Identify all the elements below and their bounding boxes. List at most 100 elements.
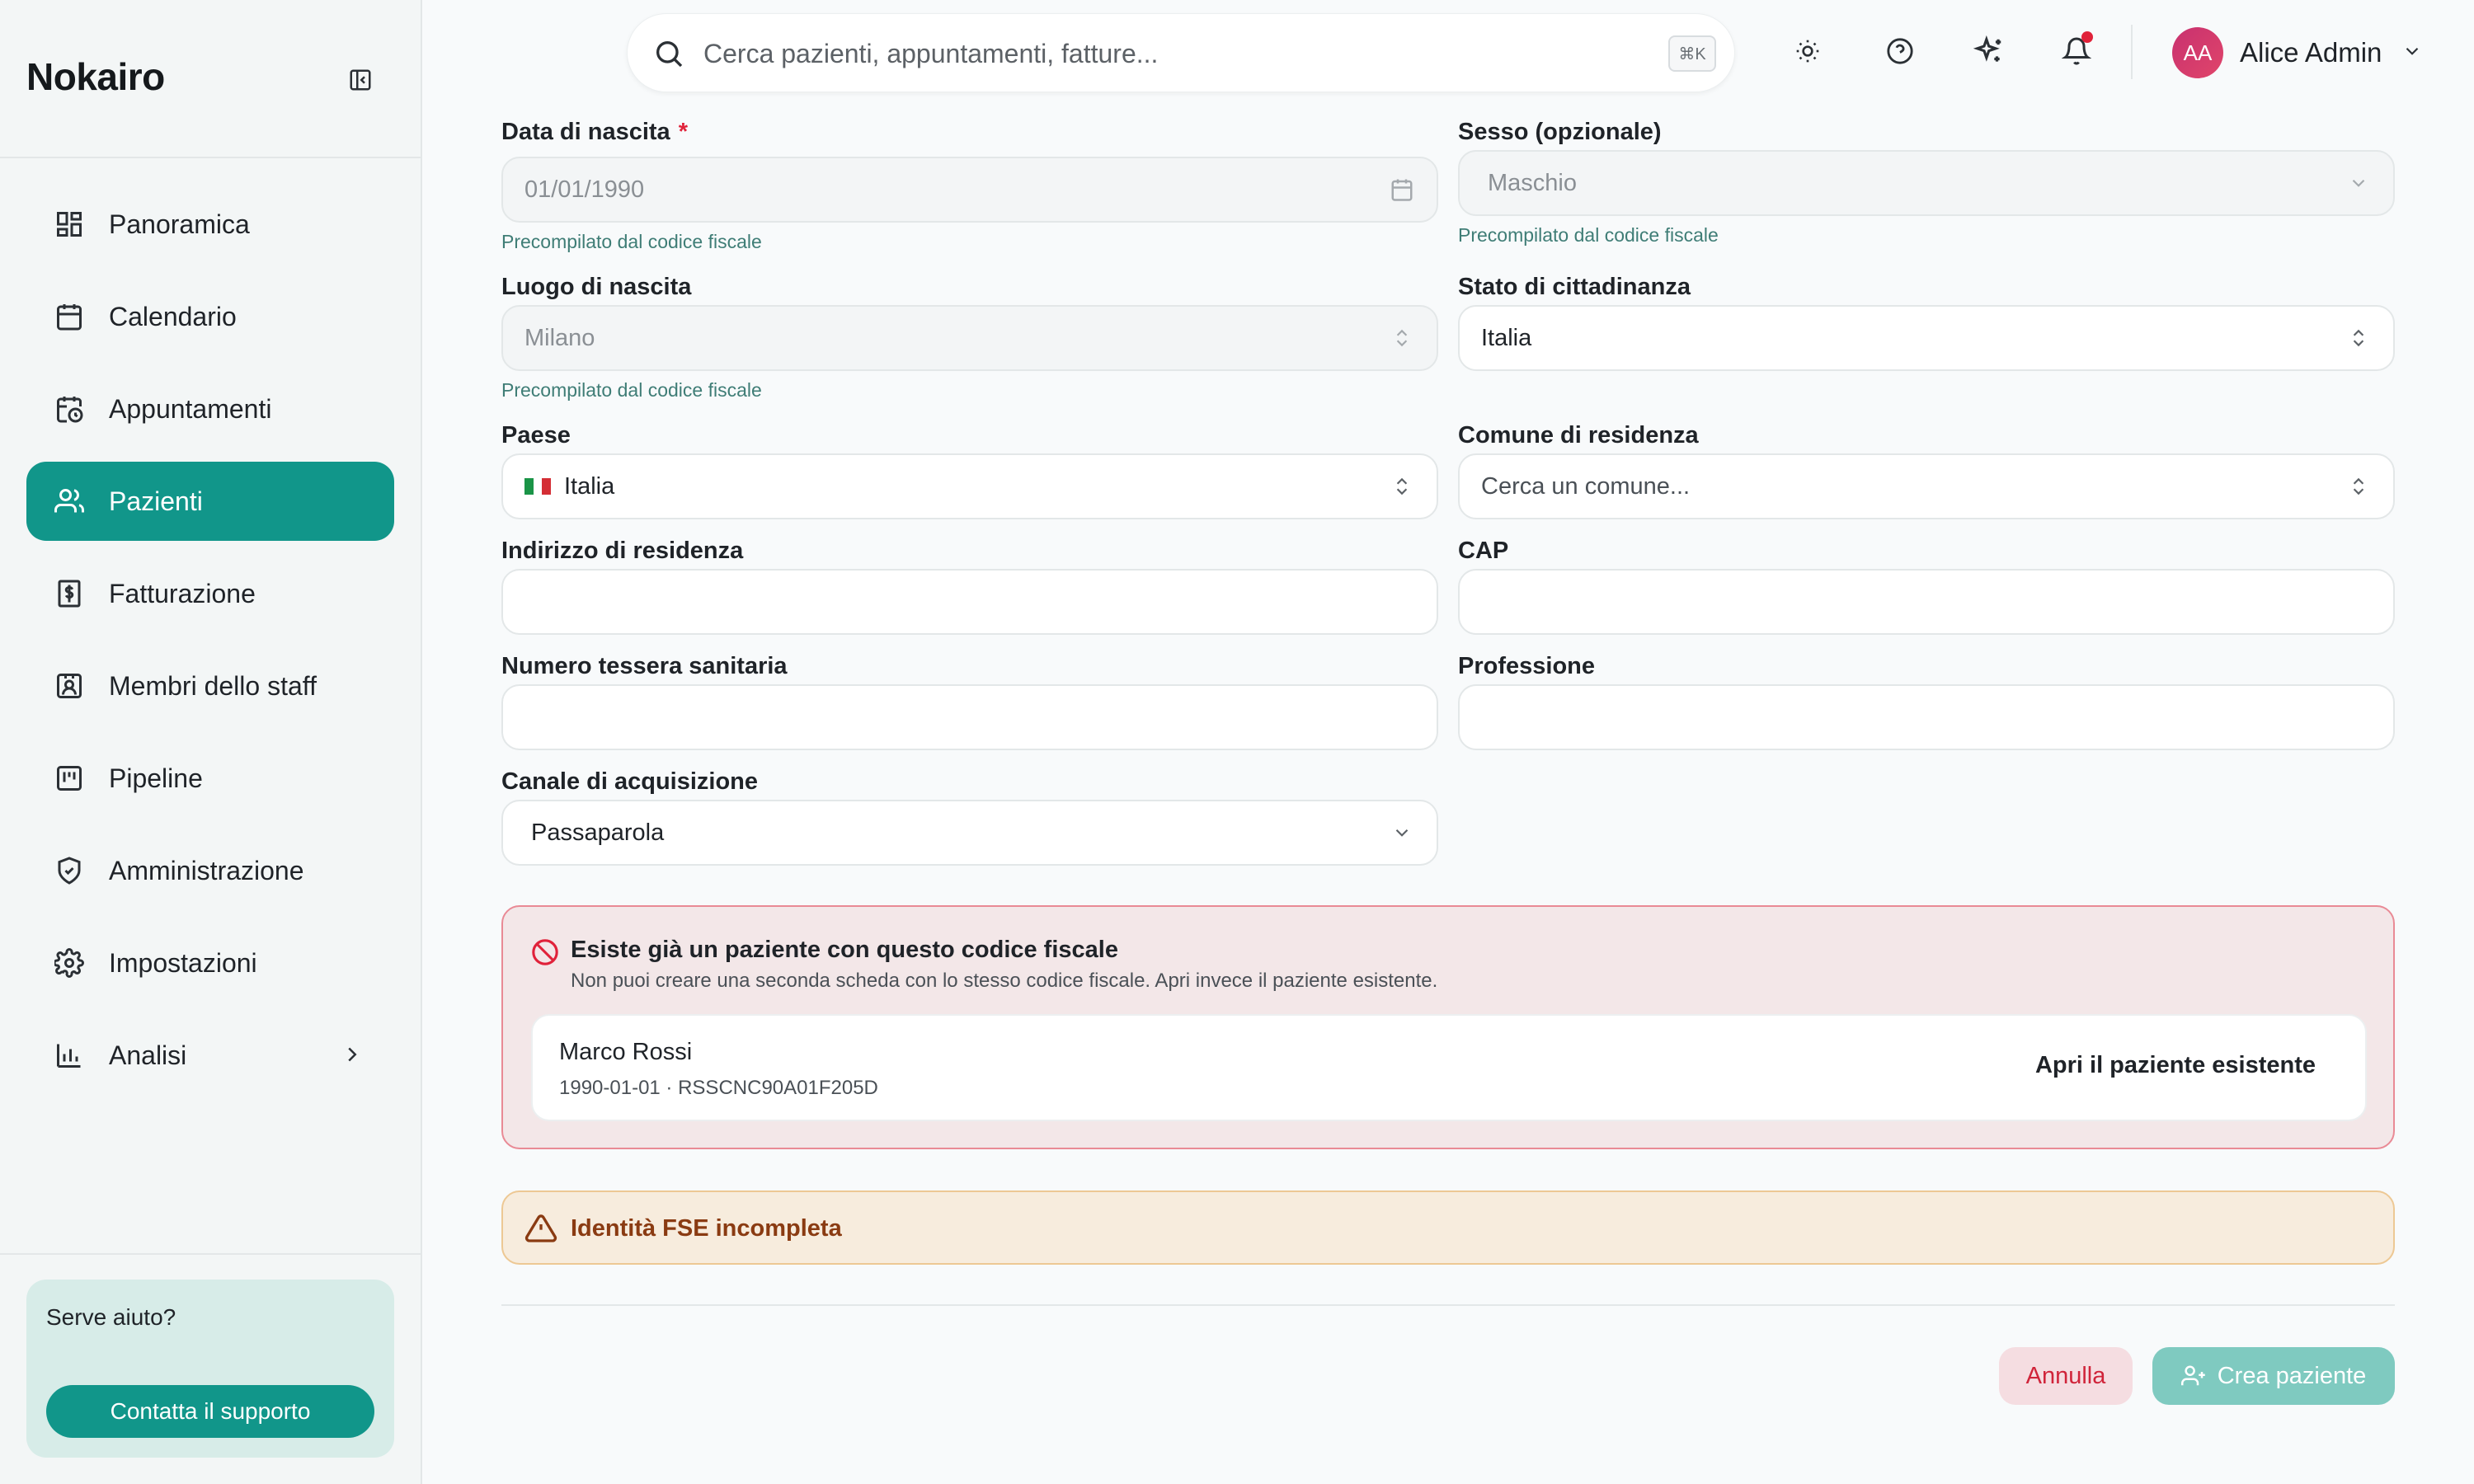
sidebar-item-label: Impostazioni (109, 947, 257, 978)
birth-date-label-text: Data di nascita (501, 119, 670, 145)
bell-icon[interactable] (2060, 31, 2093, 68)
chevrons-up-down-icon (2344, 472, 2373, 501)
search-icon (652, 37, 685, 70)
invoice-icon (53, 577, 86, 610)
sidebar-item-label: Appuntamenti (109, 393, 272, 424)
sidebar-item-impostazioni[interactable]: Impostazioni (26, 923, 394, 1003)
sidebar-item-appuntamenti[interactable]: Appuntamenti (26, 369, 394, 448)
chevron-down-icon (1387, 818, 1417, 848)
birth-place-select[interactable]: Milano (501, 305, 1438, 371)
sidebar-item-amministrazione[interactable]: Amministrazione (26, 831, 394, 910)
sex-hint: Precompilato dal codice fiscale (1458, 224, 1719, 246)
sidebar-divider (0, 157, 422, 158)
shortcut-badge: ⌘K (1668, 35, 1716, 72)
address-label: Indirizzo di residenza (501, 538, 744, 564)
alert-description: Non puoi creare una seconda scheda con l… (571, 970, 1438, 992)
gear-icon (53, 946, 86, 979)
sidebar-divider (0, 1253, 422, 1255)
sidebar-item-label: Pipeline (109, 763, 203, 793)
birth-place-hint: Precompilato dal codice fiscale (501, 379, 762, 401)
shield-check-icon (53, 854, 86, 887)
existing-patient-card: Marco Rossi 1990-01-01 · RSSCNC90A01F205… (531, 1014, 2367, 1121)
sidebar-item-label: Amministrazione (109, 855, 304, 885)
citizenship-value: Italia (1481, 324, 1532, 351)
patient-name: Marco Rossi (559, 1039, 693, 1065)
cap-input[interactable] (1458, 569, 2395, 635)
staff-badge-icon (53, 669, 86, 702)
required-marker: * (678, 119, 688, 145)
birth-date-value: 01/01/1990 (524, 176, 645, 203)
municipality-select[interactable]: Cerca un comune... (1458, 453, 2395, 519)
help-icon[interactable] (1884, 35, 1917, 68)
sidebar-item-pazienti[interactable]: Pazienti (26, 462, 394, 541)
sidebar-item-label: Fatturazione (109, 578, 256, 608)
theme-toggle-icon[interactable] (1791, 35, 1824, 68)
duplicate-patient-alert: Esiste già un paziente con questo codice… (501, 905, 2395, 1149)
birth-date-label: Data di nascita * (501, 119, 688, 146)
global-search: ⌘K (627, 13, 1735, 92)
create-patient-button[interactable]: Crea paziente (2152, 1347, 2395, 1405)
birth-date-field[interactable]: 01/01/1990 (501, 157, 1438, 223)
citizenship-select[interactable]: Italia (1458, 305, 2395, 371)
sidebar-item-label: Membri dello staff (109, 670, 317, 701)
sidebar-item-label: Calendario (109, 301, 237, 331)
contact-support-button[interactable]: Contatta il supporto (46, 1385, 374, 1438)
chevron-down-icon (2344, 168, 2373, 198)
sidebar-item-label: Analisi (109, 1040, 187, 1070)
sex-select[interactable]: Maschio (1458, 150, 2395, 216)
form-divider (501, 1304, 2395, 1306)
health-card-input[interactable] (501, 684, 1438, 750)
sidebar-item-panoramica[interactable]: Panoramica (26, 185, 394, 264)
chevrons-up-down-icon (1387, 472, 1417, 501)
sidebar-item-analisi[interactable]: Analisi (26, 1016, 394, 1095)
bar-chart-icon (53, 1039, 86, 1072)
patient-meta: 1990-01-01 · RSSCNC90A01F205D (559, 1077, 878, 1099)
citizenship-label: Stato di cittadinanza (1458, 274, 1691, 300)
warning-triangle-icon (524, 1212, 557, 1245)
profession-label: Professione (1458, 653, 1595, 679)
country-label: Paese (501, 422, 571, 448)
search-input[interactable] (703, 31, 1594, 77)
dashboard-icon (53, 208, 86, 241)
municipality-placeholder: Cerca un comune... (1481, 472, 1691, 500)
collapse-sidebar-icon[interactable] (346, 66, 374, 94)
warning-text: Identità FSE incompleta (571, 1215, 842, 1242)
sidebar-item-fatturazione[interactable]: Fatturazione (26, 554, 394, 633)
acquisition-label: Canale di acquisizione (501, 768, 759, 795)
birth-date-hint: Precompilato dal codice fiscale (501, 231, 762, 252)
profession-input[interactable] (1458, 684, 2395, 750)
chevron-right-icon (340, 1042, 365, 1067)
brand-logo: Nokairo (26, 55, 165, 98)
alert-title: Esiste già un paziente con questo codice… (571, 937, 1118, 963)
sidebar-item-staff[interactable]: Membri dello staff (26, 646, 394, 726)
user-plus-icon (2180, 1365, 2205, 1386)
calendar-clock-icon (53, 392, 86, 425)
cancel-button[interactable]: Annulla (1999, 1347, 2133, 1405)
calendar-icon (53, 300, 86, 333)
acquisition-select[interactable]: Passaparola (501, 800, 1438, 866)
country-select[interactable]: Italia (501, 453, 1438, 519)
sex-label: Sesso (opzionale) (1458, 119, 1662, 145)
country-value: Italia (564, 472, 615, 500)
avatar: AA (2172, 27, 2223, 78)
italy-flag-icon (524, 478, 551, 495)
sidebar: Nokairo Panoramica Calendario Appuntamen… (0, 0, 422, 1484)
notification-dot (2081, 31, 2093, 43)
municipality-label: Comune di residenza (1458, 422, 1699, 448)
open-existing-patient-button[interactable]: Apri il paziente esistente (2035, 1052, 2316, 1079)
help-card: Serve aiuto? Contatta il supporto (26, 1280, 394, 1458)
birth-place-value: Milano (524, 324, 595, 351)
address-input[interactable] (501, 569, 1438, 635)
users-icon (53, 485, 86, 518)
sidebar-nav: Panoramica Calendario Appuntamenti Pazie… (26, 185, 394, 1108)
topbar-divider (2131, 25, 2133, 79)
create-patient-label: Crea paziente (2217, 1362, 2367, 1389)
user-menu[interactable]: AA Alice Admin (2172, 26, 2423, 79)
sex-value: Maschio (1488, 169, 1577, 196)
acquisition-value: Passaparola (531, 819, 665, 846)
sidebar-item-calendario[interactable]: Calendario (26, 277, 394, 356)
sidebar-item-pipeline[interactable]: Pipeline (26, 739, 394, 818)
kanban-icon (53, 762, 86, 795)
ai-sparkles-icon[interactable] (1973, 35, 2006, 68)
chevron-down-icon (2401, 40, 2423, 66)
